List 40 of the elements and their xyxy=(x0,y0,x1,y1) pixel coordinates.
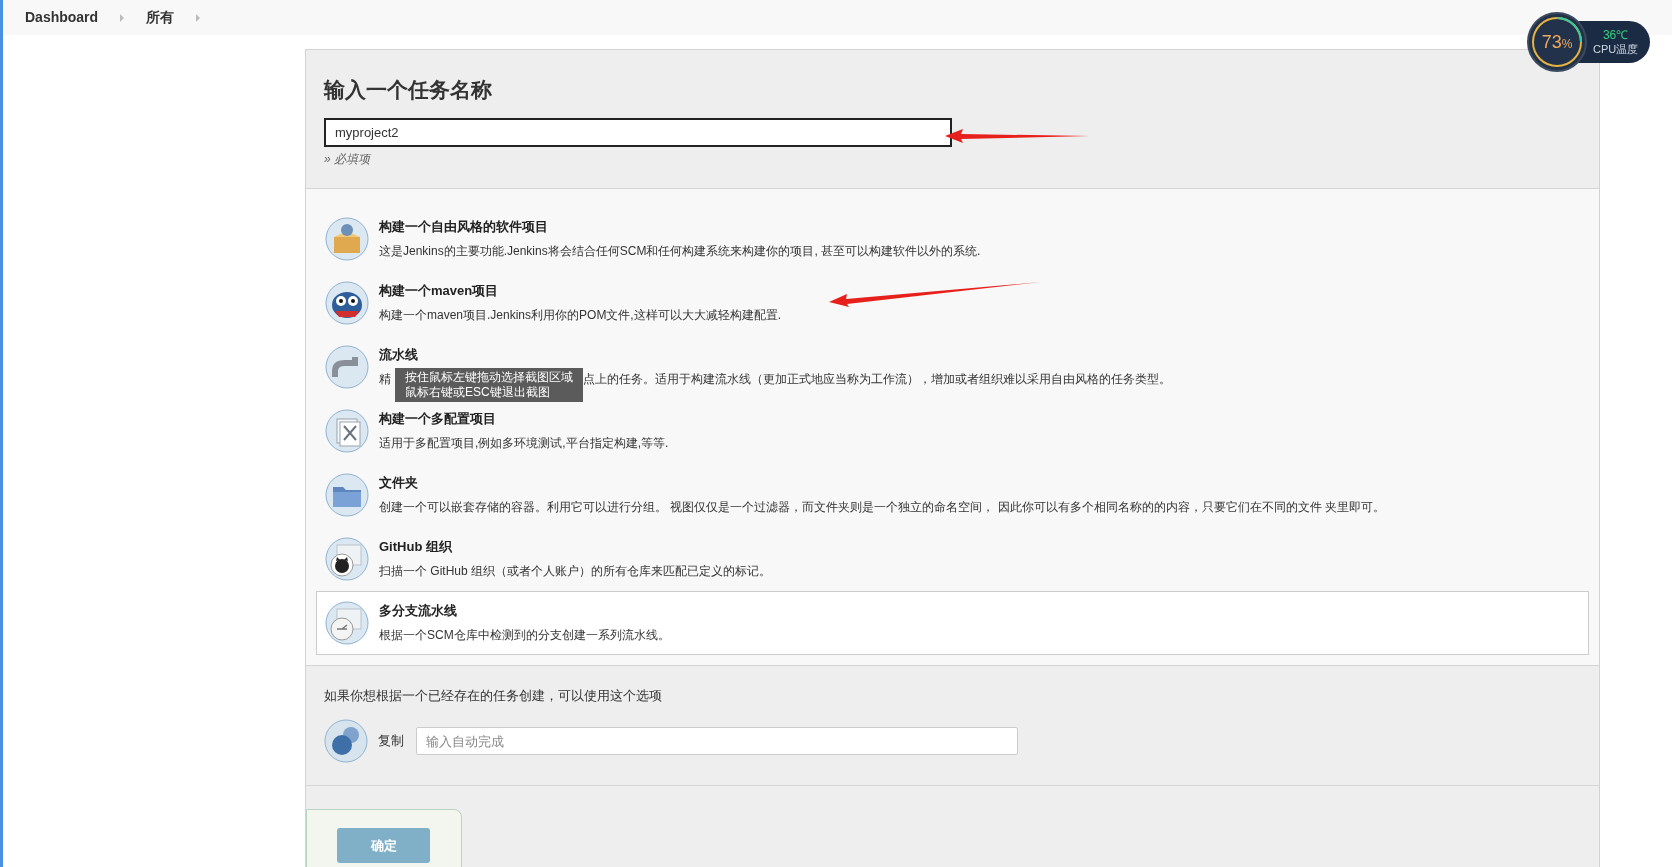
spheres-icon xyxy=(324,719,368,763)
cpu-temperature-label: CPU温度 xyxy=(1593,42,1639,57)
copy-from-field[interactable]: 输入自动完成 xyxy=(416,727,1018,755)
item-type-icon xyxy=(325,216,369,261)
item-type-title: 多分支流水线 xyxy=(379,601,458,620)
item-type-description: 创建一个可以嵌套存储的容器。利用它可以进行分组。 视图仅仅是一个过滤器，而文件夹则是一个独立的命名空间， 因此你可以有多个相同名称的的内容，只要它们在不同的文件 夹里即可。 xyxy=(379,499,1385,517)
breadcrumb-caret-icon[interactable] xyxy=(196,13,201,22)
tooltip-line: 按住鼠标左键拖动选择截图区域 xyxy=(405,370,573,385)
item-type-title: GitHub 组织 xyxy=(379,537,453,556)
page-title: 输入一个任务名称 xyxy=(324,77,493,103)
item-type-title: 文件夹 xyxy=(379,473,419,492)
item-type-icon xyxy=(325,536,369,581)
copy-hint: 如果你想根据一个已经存在的任务创建，可以使用这个选项 xyxy=(324,686,663,705)
item-type-title: 流水线 xyxy=(379,345,419,364)
item-type-icon xyxy=(325,408,369,453)
item-type-description: 扫描一个 GitHub 组织（或者个人账户）的所有仓库来匹配已定义的标记。 xyxy=(379,563,771,581)
item-type-description: 构建一个maven项目.Jenkins利用你的POM文件,这样可以大大减轻构建配置. xyxy=(379,307,782,325)
cpu-temperature: 36℃ xyxy=(1602,27,1629,43)
breadcrumb-link[interactable]: Dashboard xyxy=(25,7,99,28)
breadcrumb-caret-icon[interactable] xyxy=(120,13,125,22)
item-type-icon xyxy=(325,344,369,389)
item-type-icon xyxy=(325,600,369,645)
item-type-title: 构建一个多配置项目 xyxy=(379,409,497,428)
breadcrumb-link[interactable]: 所有 xyxy=(146,7,175,28)
item-type-title: 构建一个自由风格的软件项目 xyxy=(379,217,549,236)
copy-label: 复制 xyxy=(378,732,404,751)
item-type-option[interactable]: 多分支流水线 根据一个SCM仓库中检测到的分支创建一系列流水线。 xyxy=(316,590,1589,655)
item-type-description: 适用于多配置项目,例如多环境测试,平台指定构建,等等. xyxy=(379,435,669,453)
item-name-field[interactable]: myproject2 xyxy=(324,117,952,147)
tooltip-line: 鼠标右键或ESC键退出截图 xyxy=(405,385,551,400)
cpu-gauge-ring-drawing xyxy=(1531,16,1583,68)
item-type-description: 点上的任务。适用于构建流水线（更加正式地应当称为工作流），增加或者组织难以采用自由风格的任务类型。 xyxy=(583,371,1171,389)
item-type-icon xyxy=(325,472,369,517)
item-type-description: 这是Jenkins的主要功能.Jenkins将会结合任何SCM和任何构建系统来构建你的项目, 甚至可以构建软件以外的系统. xyxy=(379,243,981,261)
item-type-description: 精 xyxy=(379,371,391,389)
item-type-description: 根据一个SCM仓库中检测到的分支创建一系列流水线。 xyxy=(379,627,670,645)
cpu-usage-percent: 73% xyxy=(1541,33,1573,51)
item-type-title: 构建一个maven项目 xyxy=(379,281,500,300)
required-hint: » 必填项 xyxy=(324,150,373,168)
item-type-icon xyxy=(325,280,369,325)
